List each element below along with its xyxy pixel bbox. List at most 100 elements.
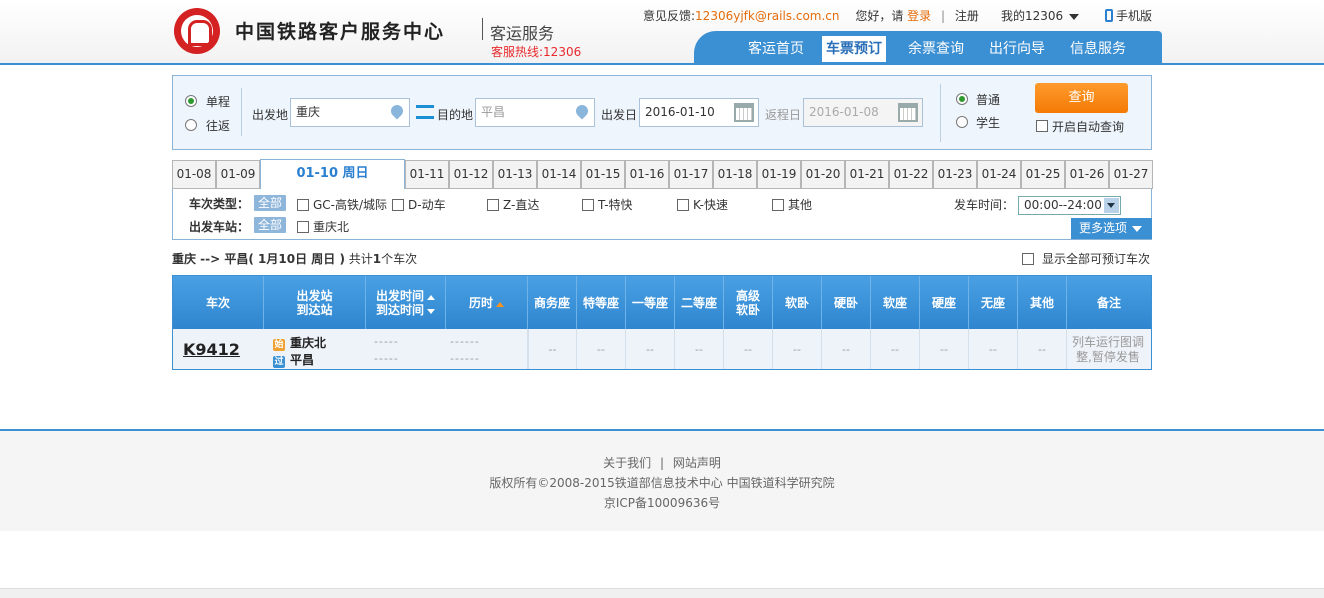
mobile-version-link[interactable]: 手机版 bbox=[1105, 7, 1152, 24]
date-tabs: 01-08 01-09 01-10 周日 01-11 01-12 01-13 01-14 01… bbox=[172, 159, 1153, 190]
date-tab[interactable]: 01-22 bbox=[889, 160, 933, 189]
date-tab[interactable]: 01-27 bbox=[1109, 160, 1153, 189]
from-station-name[interactable]: 重庆北 bbox=[290, 336, 326, 350]
trip-round-radio[interactable] bbox=[185, 119, 197, 131]
from-label: 出发地 bbox=[252, 108, 289, 122]
route-text: 重庆 --> 平昌 bbox=[172, 252, 249, 266]
col-times[interactable]: 出发时间 到达时间 bbox=[366, 276, 446, 329]
chevron-down-icon bbox=[1069, 13, 1080, 20]
date-tab[interactable]: 01-17 bbox=[669, 160, 713, 189]
sort-up-icon[interactable] bbox=[496, 301, 504, 307]
checkbox[interactable] bbox=[677, 199, 689, 211]
checkbox[interactable] bbox=[297, 199, 309, 211]
calendar-icon[interactable] bbox=[734, 103, 754, 122]
calendar-icon[interactable] bbox=[898, 103, 918, 122]
site-title: 中国铁路客户服务中心 bbox=[235, 21, 446, 43]
trip-single-radio[interactable] bbox=[185, 95, 197, 107]
more-options-label: 更多选项 bbox=[1079, 221, 1128, 235]
total-suffix: 个车次 bbox=[381, 252, 418, 266]
filter-k[interactable]: K-快速 bbox=[677, 196, 728, 213]
train-type-all-button[interactable]: 全部 bbox=[254, 195, 286, 211]
filter-station[interactable]: 重庆北 bbox=[297, 218, 349, 235]
col-duration[interactable]: 历时 bbox=[446, 276, 528, 329]
checkbox[interactable] bbox=[772, 199, 784, 211]
date-tab[interactable]: 01-21 bbox=[845, 160, 889, 189]
nav-guide[interactable]: 出行向导 bbox=[985, 36, 1049, 62]
filter-t[interactable]: T-特快 bbox=[582, 196, 633, 213]
date-tab[interactable]: 01-08 bbox=[172, 160, 216, 189]
cell-duration bbox=[446, 329, 528, 369]
col-second-label: 二等座 bbox=[680, 295, 717, 310]
nav-booking[interactable]: 车票预订 bbox=[822, 36, 886, 62]
show-all-label: 显示全部可预订车次 bbox=[1042, 252, 1151, 266]
col-adv-soft-sleeper: 高级 软卧 bbox=[724, 276, 773, 329]
total-prefix: 共计 bbox=[348, 252, 373, 266]
about-link[interactable]: 关于我们 bbox=[603, 456, 651, 470]
checkbox[interactable] bbox=[582, 199, 594, 211]
nav-info[interactable]: 信息服务 bbox=[1066, 36, 1130, 62]
date-tab[interactable]: 01-24 bbox=[977, 160, 1021, 189]
statement-link[interactable]: 网站声明 bbox=[673, 456, 721, 470]
nav-remaining[interactable]: 余票查询 bbox=[904, 36, 968, 62]
date-tab[interactable]: 01-11 bbox=[405, 160, 449, 189]
date-tab[interactable]: 01-23 bbox=[933, 160, 977, 189]
location-pin-icon bbox=[573, 102, 591, 120]
date-tab[interactable]: 01-20 bbox=[801, 160, 845, 189]
date-tab[interactable]: 01-15 bbox=[581, 160, 625, 189]
col-soft-seat: 软座 bbox=[871, 276, 920, 329]
date-tab[interactable]: 01-12 bbox=[449, 160, 493, 189]
show-all-checkbox[interactable] bbox=[1022, 253, 1034, 265]
depart-time-select[interactable]: 00:00--24:00 bbox=[1018, 196, 1121, 215]
checkbox[interactable] bbox=[487, 199, 499, 211]
sort-up-icon[interactable] bbox=[427, 294, 435, 300]
return-date-input[interactable]: 2016-01-08 bbox=[803, 98, 923, 127]
login-link[interactable]: 登录 bbox=[907, 9, 931, 23]
depart-date-value: 2016-01-10 bbox=[645, 105, 715, 119]
filter-t-label: T-特快 bbox=[598, 198, 633, 212]
pass-badge-icon: 过 bbox=[273, 356, 285, 368]
checkbox[interactable] bbox=[297, 221, 309, 233]
date-tab[interactable]: 01-10 周日 bbox=[260, 159, 405, 190]
swap-icon[interactable] bbox=[416, 105, 434, 119]
date-tab[interactable]: 01-19 bbox=[757, 160, 801, 189]
divider bbox=[940, 84, 941, 142]
filter-d[interactable]: D-动车 bbox=[392, 196, 446, 213]
filter-other[interactable]: 其他 bbox=[772, 196, 812, 213]
sort-down-icon[interactable] bbox=[427, 308, 435, 314]
date-tab[interactable]: 01-18 bbox=[713, 160, 757, 189]
railway-logo-icon[interactable] bbox=[174, 8, 220, 54]
date-tab[interactable]: 01-16 bbox=[625, 160, 669, 189]
date-tab[interactable]: 01-25 bbox=[1021, 160, 1065, 189]
ticket-normal-radio[interactable] bbox=[956, 93, 968, 105]
date-tab[interactable]: 01-14 bbox=[537, 160, 581, 189]
more-options-button[interactable]: 更多选项 bbox=[1071, 218, 1152, 239]
from-station-input[interactable]: 重庆 bbox=[290, 98, 410, 127]
depart-date-label: 出发日 bbox=[601, 108, 638, 122]
to-station-input[interactable]: 平昌 bbox=[475, 98, 595, 127]
col-second: 二等座 bbox=[675, 276, 724, 329]
filter-gc[interactable]: GC-高铁/城际 bbox=[297, 196, 387, 213]
station-all-button[interactable]: 全部 bbox=[254, 217, 286, 233]
cell-special: -- bbox=[577, 329, 626, 369]
to-station-name[interactable]: 平昌 bbox=[290, 353, 314, 367]
filter-z[interactable]: Z-直达 bbox=[487, 196, 539, 213]
query-button[interactable]: 查询 bbox=[1035, 83, 1128, 113]
filter-d-label: D-动车 bbox=[408, 198, 446, 212]
my12306-menu[interactable]: 我的12306 bbox=[1001, 7, 1080, 24]
train-number-link[interactable]: K9412 bbox=[183, 340, 240, 359]
date-tab[interactable]: 01-13 bbox=[493, 160, 537, 189]
table-row: K9412 始重庆北 过平昌 ----- ----- ------ ------… bbox=[173, 329, 1151, 369]
auto-query-checkbox[interactable] bbox=[1036, 120, 1048, 132]
register-link[interactable]: 注册 bbox=[955, 9, 979, 23]
date-tab[interactable]: 01-09 bbox=[216, 160, 260, 189]
checkbox[interactable] bbox=[392, 199, 404, 211]
feedback-email-link[interactable]: 12306yjfk@rails.com.cn bbox=[695, 9, 839, 23]
show-all-toggle[interactable]: 显示全部可预订车次 bbox=[1022, 250, 1150, 267]
chevron-down-icon bbox=[1104, 198, 1119, 213]
depart-date-input[interactable]: 2016-01-10 bbox=[639, 98, 759, 127]
filter-other-label: 其他 bbox=[788, 198, 813, 212]
ticket-student-radio[interactable] bbox=[956, 116, 968, 128]
date-tab[interactable]: 01-26 bbox=[1065, 160, 1109, 189]
col-no-seat: 无座 bbox=[969, 276, 1018, 329]
nav-home[interactable]: 客运首页 bbox=[744, 36, 808, 62]
